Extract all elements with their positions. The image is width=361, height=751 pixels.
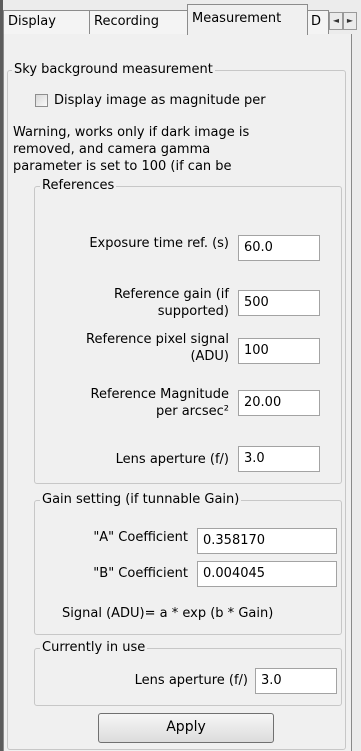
reference-magnitude-label-1: Reference Magnitude xyxy=(90,387,229,402)
reference-gain-label-2: supported) xyxy=(157,304,229,319)
reference-magnitude-field[interactable]: 20.00 xyxy=(238,390,320,416)
lens-aperture-field[interactable]: 3.0 xyxy=(238,446,320,472)
b-coefficient-label: "B" Coefficient xyxy=(93,566,188,581)
warning-line-3: parameter is set to 100 (if can be xyxy=(13,159,232,174)
tab-measurement[interactable]: Measurement xyxy=(187,4,308,35)
lens-aperture-label: Lens aperture (f/) xyxy=(115,452,229,467)
exposure-field[interactable]: 60.0 xyxy=(238,235,320,261)
signal-formula: Signal (ADU)= a * exp (b * Gain) xyxy=(62,606,274,621)
sky-background-title: Sky background measurement xyxy=(12,62,215,78)
tab-recording[interactable]: Recording xyxy=(89,10,188,34)
reference-pixel-label-2: (ADU) xyxy=(190,349,229,364)
tab-display[interactable]: Display xyxy=(3,10,90,34)
magnitude-checkbox-label: Display image as magnitude per xyxy=(54,93,266,108)
gain-setting-title: Gain setting (if tunnable Gain) xyxy=(40,492,242,508)
a-coefficient-field[interactable]: 0.358170 xyxy=(197,528,337,554)
reference-gain-field[interactable]: 500 xyxy=(238,290,320,316)
tab-d[interactable]: D xyxy=(307,10,329,34)
reference-magnitude-label-2: per arcsec² xyxy=(155,404,229,419)
warning-line-2: removed, and camera gamma xyxy=(13,142,211,157)
magnitude-checkbox[interactable] xyxy=(35,94,48,107)
apply-button[interactable]: Apply xyxy=(98,713,274,743)
tab-scroll-left-icon[interactable]: ◄ xyxy=(329,12,343,30)
exposure-label: Exposure time ref. (s) xyxy=(89,236,229,251)
references-title: References xyxy=(40,178,117,194)
warning-line-1: Warning, works only if dark image is xyxy=(13,125,250,140)
current-aperture-field[interactable]: 3.0 xyxy=(255,668,337,694)
current-aperture-label: Lens aperture (f/) xyxy=(134,673,248,688)
reference-pixel-field[interactable]: 100 xyxy=(238,338,320,364)
currently-in-use-title: Currently in use xyxy=(40,640,148,656)
a-coefficient-label: "A" Coefficient xyxy=(93,530,188,545)
reference-pixel-label-1: Reference pixel signal xyxy=(86,332,229,347)
tab-scroll-right-icon[interactable]: ► xyxy=(343,12,357,30)
reference-gain-label-1: Reference gain (if xyxy=(113,287,229,302)
b-coefficient-field[interactable]: 0.004045 xyxy=(197,561,337,587)
